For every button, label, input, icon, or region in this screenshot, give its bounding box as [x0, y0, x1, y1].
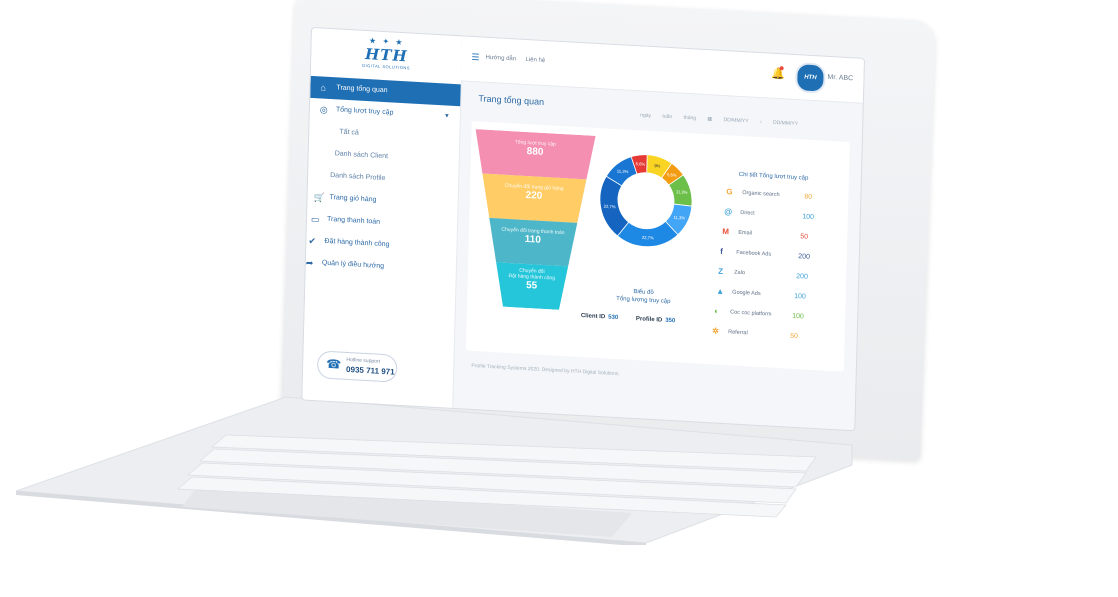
overview-card: Tổng lượt truy cập 880 Chuyển đổi trang g… — [465, 120, 850, 372]
date-to[interactable]: DD/MM/YY — [773, 120, 798, 127]
check-circle-icon: ✔ — [308, 235, 317, 247]
zalo-icon: Z — [718, 266, 724, 276]
phone-icon: ☎ — [326, 356, 342, 372]
notification-dot — [779, 66, 784, 71]
traffic-source-value: 100 — [802, 213, 815, 222]
donut-title: Biểu đồ Tổng lượng truy cập — [616, 288, 671, 306]
donut-slice-label: 11,3% — [673, 215, 685, 221]
profile-id-value: 350 — [665, 317, 676, 325]
traffic-source-value: 80 — [804, 193, 813, 201]
donut-slice-label: 5,6% — [667, 172, 677, 178]
hotline-number: 0935 711 971 — [345, 364, 395, 377]
donut-slice-label: 9% — [654, 163, 660, 168]
traffic-source-value: 50 — [800, 233, 809, 241]
donut-slice-label: 11,3% — [617, 168, 629, 174]
contact-link[interactable]: Liên hệ — [525, 57, 545, 64]
sidebar-item-label: Tổng lượt truy cập — [335, 106, 394, 117]
page-title: Trang tổng quan — [478, 93, 545, 107]
traffic-source-name: Coc coc platform — [730, 309, 772, 318]
credit-card-icon: ▭ — [310, 213, 320, 225]
chevron-down-icon: ▼ — [443, 113, 450, 120]
traffic-source-value: 100 — [792, 312, 804, 321]
hth-logo[interactable]: ★ ✦ ★ HTH DIGITAL SOLUTIONS — [351, 36, 422, 78]
laptop-mockup: ★ ✦ ★ HTH DIGITAL SOLUTIONS ⌂ Trang tổng … — [0, 0, 1118, 597]
cart-icon: 🛒 — [313, 192, 325, 203]
sidebar-item-label: Trang giỏ hàng — [329, 193, 377, 204]
sources-title: Chi tiết Tổng lượt truy cập — [738, 171, 809, 182]
donut-slice-label: 11,3% — [676, 189, 688, 195]
app-screen: ★ ✦ ★ HTH DIGITAL SOLUTIONS ⌂ Trang tổng … — [302, 28, 864, 431]
traffic-source-name: Google Ads — [732, 289, 761, 298]
gmail-icon: M — [722, 226, 730, 237]
traffic-source-name: Facebook Ads — [736, 249, 772, 258]
sidebar-item-label: Danh sách Profile — [330, 172, 386, 183]
hotline-support[interactable]: ☎ Hotline support 0935 711 971 — [316, 350, 398, 383]
traffic-source-name: Referral — [728, 329, 748, 337]
sidebar-item-label: Đặt hàng thành công — [324, 237, 390, 249]
id-summary: Client ID 530 Profile ID 350 — [581, 313, 676, 324]
donut-slice-label: 22,7% — [642, 235, 654, 241]
sidebar-nav: ⌂ Trang tổng quan ◎ Tổng lượt truy cập ▼ Tấ… — [305, 75, 461, 282]
filter-month[interactable]: tháng — [683, 115, 696, 122]
hotline-label: Hotline support — [346, 356, 381, 365]
traffic-source-value: 50 — [790, 332, 799, 341]
donut-slice-label: 5,6% — [636, 161, 646, 167]
coccoc-icon: ◐ — [714, 306, 720, 316]
date-filters: ngày tuần tháng ▦ DD/MM/YY › DD/MM/YY — [640, 112, 808, 127]
sidebar-item-label: Quản lý điều hướng — [321, 259, 385, 271]
location-pin-icon: ◎ — [319, 104, 328, 115]
filter-week[interactable]: tuần — [662, 114, 672, 121]
client-id-label: Client ID — [580, 313, 606, 321]
sidebar: ★ ✦ ★ HTH DIGITAL SOLUTIONS ⌂ Trang tổng … — [302, 28, 463, 408]
date-from[interactable]: DD/MM/YY — [724, 117, 749, 124]
traffic-source-name: Direct — [740, 209, 755, 217]
traffic-source-value: 100 — [794, 292, 806, 301]
chevron-right-icon: › — [759, 119, 762, 126]
at-sign-icon: @ — [724, 207, 733, 217]
sidebar-item-label: Trang tổng quan — [336, 84, 388, 95]
google-icon: G — [726, 187, 733, 197]
avatar[interactable]: HTH — [795, 62, 826, 94]
menu-icon[interactable]: ☰ — [471, 52, 479, 63]
facebook-icon: f — [720, 246, 724, 256]
traffic-source-value: 200 — [798, 253, 811, 261]
filter-day[interactable]: ngày — [640, 112, 651, 119]
google-ads-icon: ▲ — [716, 286, 725, 297]
referral-icon: ✲ — [712, 326, 719, 336]
client-id-value: 530 — [608, 314, 619, 322]
traffic-source-value: 200 — [796, 273, 808, 281]
share-arrow-icon: ➦ — [305, 257, 314, 269]
sidebar-item-label: Danh sách Client — [334, 150, 389, 161]
traffic-source-name: Email — [738, 229, 753, 237]
footer-text: Profile Tracking Systems 2020. Designed … — [471, 362, 620, 378]
traffic-source-name: Organic search — [742, 190, 780, 199]
sidebar-item-label: Tất cả — [339, 128, 359, 137]
user-name[interactable]: Mr. ABC — [827, 74, 853, 82]
traffic-source-name: Zalo — [734, 269, 745, 277]
home-icon: ⌂ — [320, 82, 327, 93]
calendar-icon: ▦ — [707, 116, 713, 123]
traffic-donut-chart: 9% 5,6% 11,3% 11,3% 22,7% 22,7% 11,3% 5,6% — [599, 154, 693, 248]
sidebar-item-label: Trang thanh toán — [326, 215, 381, 226]
guide-link[interactable]: Hướng dẫn — [485, 55, 516, 63]
profile-id-label: Profile ID — [635, 316, 663, 324]
donut-slice-label: 22,7% — [604, 204, 616, 210]
